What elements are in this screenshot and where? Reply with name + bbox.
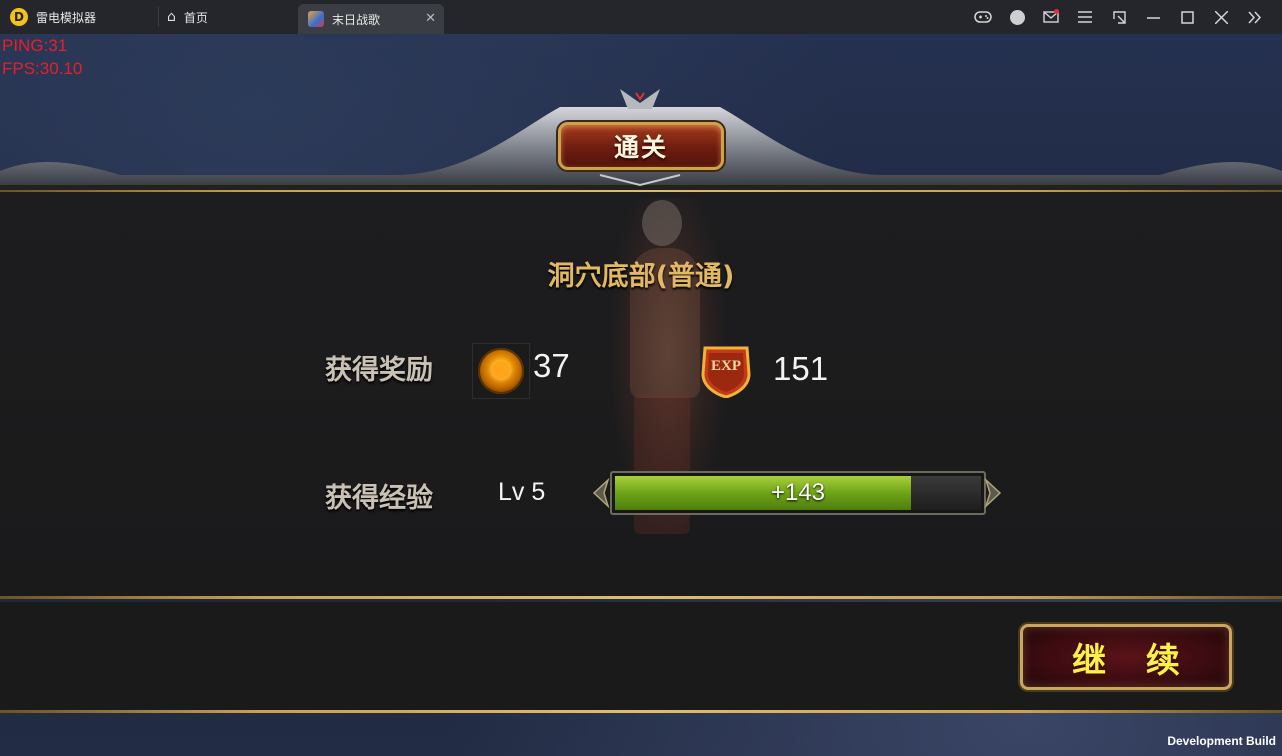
gamepad-icon[interactable]	[966, 0, 1000, 34]
tab-home[interactable]: ⌂ 首页	[158, 7, 208, 27]
stage-name: 洞穴底部(普通)	[547, 261, 735, 292]
tab-close-icon[interactable]: ✕	[425, 11, 436, 26]
bar-left-ornament-icon	[592, 478, 610, 508]
resize-icon[interactable]	[1102, 0, 1136, 34]
gold-coin-icon	[478, 348, 524, 394]
maximize-icon[interactable]	[1170, 0, 1204, 34]
tab-game-label: 末日战歌	[332, 12, 381, 27]
ping-readout: PING:31	[2, 36, 68, 55]
exp-progress-bar: +143	[610, 471, 986, 515]
window-controls	[966, 0, 1272, 34]
close-icon[interactable]	[1204, 0, 1238, 34]
ldplayer-logo-icon: D	[10, 8, 28, 26]
game-viewport: PING:31 FPS:30.10 通关 洞穴底部(普通) 获得奖励 37 EX…	[0, 34, 1282, 756]
panel-bottom-border	[0, 710, 1282, 713]
emulator-titlebar: D 雷电模拟器 ⌂ 首页 末日战歌 ✕	[0, 0, 1282, 34]
minimize-icon[interactable]	[1136, 0, 1170, 34]
emulator-app-tab[interactable]: D 雷电模拟器	[10, 0, 96, 34]
app-name: 雷电模拟器	[36, 10, 97, 25]
mail-icon[interactable]	[1034, 0, 1068, 34]
fps-readout: FPS:30.10	[2, 59, 83, 78]
home-icon: ⌂	[167, 9, 176, 25]
gold-coin-slot	[472, 343, 530, 399]
tab-home-label: 首页	[183, 10, 208, 25]
title-clear: 通关	[613, 133, 668, 162]
menu-icon[interactable]	[1068, 0, 1102, 34]
exp-badge-text: EXP	[711, 358, 741, 374]
tab-game[interactable]: 末日战歌 ✕	[298, 4, 444, 34]
player-level: Lv 5	[498, 478, 546, 506]
continue-button[interactable]: 继 续	[1020, 624, 1232, 690]
title-plate: 通关	[558, 122, 724, 170]
dev-build-label: Development Build	[1167, 734, 1276, 748]
exp-badge-icon: EXP	[699, 344, 753, 399]
exp-label: 获得经验	[325, 483, 433, 514]
avatar-icon[interactable]	[1000, 0, 1034, 34]
gold-amount: 37	[533, 347, 570, 384]
game-app-icon	[308, 11, 324, 27]
collapse-icon[interactable]	[1238, 0, 1272, 34]
continue-label: 继 续	[1072, 640, 1194, 681]
reward-label: 获得奖励	[325, 355, 433, 386]
mail-badge	[1054, 9, 1059, 14]
exp-amount: 151	[773, 350, 829, 387]
exp-gain-text: +143	[770, 479, 826, 506]
bar-right-ornament-icon	[984, 478, 1002, 508]
panel-middle-border	[0, 596, 1282, 599]
exp-bar-track: +143	[615, 476, 981, 510]
